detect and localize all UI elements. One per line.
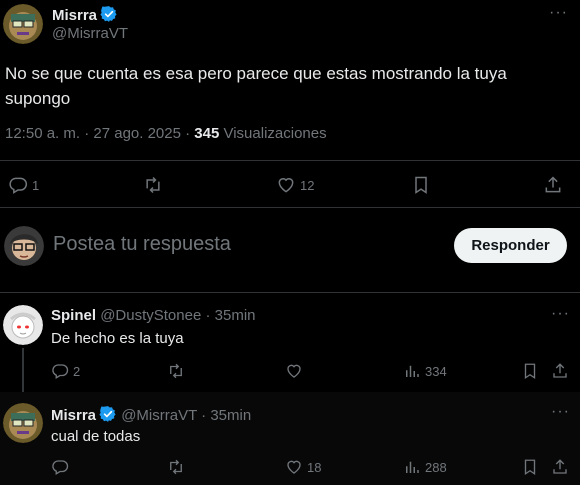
reply-avatar[interactable] xyxy=(3,403,43,443)
post-timestamp[interactable]: 12:50 a. m. · 27 ago. 2025 · xyxy=(5,125,194,142)
repost-button[interactable] xyxy=(167,362,185,380)
author-handle[interactable]: @MisrraVT xyxy=(52,25,128,42)
more-icon[interactable]: ··· xyxy=(551,305,570,323)
bookmark-icon xyxy=(521,362,539,380)
reply-count: 2 xyxy=(73,363,81,379)
views-button[interactable]: 288 xyxy=(403,458,447,476)
reply-icon xyxy=(51,362,69,380)
repost-icon xyxy=(167,362,185,380)
reply-time[interactable]: · 35min xyxy=(201,407,251,424)
views-icon xyxy=(403,362,421,380)
author-name[interactable]: Misrra xyxy=(52,7,97,24)
share-button[interactable] xyxy=(551,362,569,380)
repost-button[interactable] xyxy=(143,175,163,195)
share-button[interactable] xyxy=(551,458,569,476)
user-avatar[interactable] xyxy=(4,226,44,266)
reply-time[interactable]: · 35min xyxy=(205,307,255,324)
repost-button[interactable] xyxy=(167,458,185,476)
share-icon xyxy=(551,362,569,380)
bookmark-icon xyxy=(411,175,431,195)
views-button[interactable]: 334 xyxy=(403,362,447,380)
views-count: 288 xyxy=(425,459,447,475)
reply-author-handle[interactable]: @MisrraVT xyxy=(121,407,197,424)
share-button[interactable] xyxy=(543,175,563,195)
verified-icon xyxy=(99,405,117,423)
views-icon xyxy=(403,458,421,476)
reply-author-name[interactable]: Spinel xyxy=(51,307,96,324)
share-icon xyxy=(543,175,563,195)
views-label: Visualizaciones xyxy=(219,125,327,142)
like-icon xyxy=(276,175,296,195)
share-icon xyxy=(551,458,569,476)
reply-button[interactable]: 2 xyxy=(51,362,80,380)
like-button[interactable]: 18 xyxy=(285,458,321,476)
bookmark-button[interactable] xyxy=(411,175,431,195)
reply-icon xyxy=(8,175,28,195)
post-text: No se que cuenta es esa pero parece que … xyxy=(5,64,507,108)
reply-count: 1 xyxy=(32,177,40,193)
repost-icon xyxy=(143,175,163,195)
reply-text: cual de todas xyxy=(51,428,141,445)
reply-input[interactable]: Postea tu respuesta xyxy=(53,233,433,256)
reply-author-name[interactable]: Misrra xyxy=(51,407,96,424)
bookmark-button[interactable] xyxy=(521,362,539,380)
bookmark-button[interactable] xyxy=(521,458,539,476)
repost-icon xyxy=(167,458,185,476)
more-icon[interactable]: ··· xyxy=(549,4,568,22)
like-count: 18 xyxy=(307,459,322,475)
reply-button[interactable] xyxy=(51,458,73,476)
reply-submit-button[interactable]: Responder xyxy=(454,228,567,263)
bookmark-icon xyxy=(521,458,539,476)
author-avatar[interactable] xyxy=(3,4,43,44)
like-icon xyxy=(285,458,303,476)
thread-line xyxy=(22,348,24,396)
reply-author-handle[interactable]: @DustyStonee xyxy=(100,307,201,324)
like-button[interactable] xyxy=(285,362,307,380)
reply-text: De hecho es la tuya xyxy=(51,330,184,347)
like-icon xyxy=(285,362,303,380)
reply-avatar[interactable] xyxy=(3,305,43,345)
views-count: 345 xyxy=(194,125,220,142)
views-count: 334 xyxy=(425,363,447,379)
verified-icon xyxy=(100,5,118,23)
reply-icon xyxy=(51,458,69,476)
like-count: 12 xyxy=(300,177,315,193)
reply-button[interactable]: 1 xyxy=(8,175,39,195)
like-button[interactable]: 12 xyxy=(276,175,314,195)
more-icon[interactable]: ··· xyxy=(551,403,570,421)
